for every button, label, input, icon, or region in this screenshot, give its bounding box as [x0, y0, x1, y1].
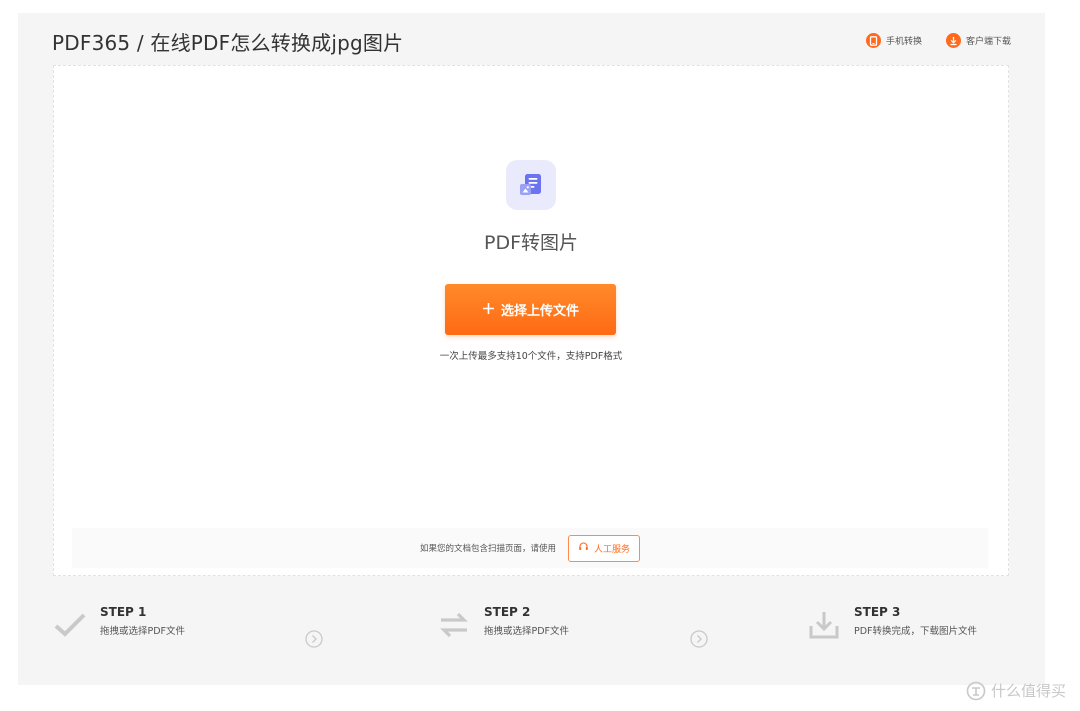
- mobile-icon: [865, 33, 881, 48]
- watermark-text: 什么值得买: [990, 682, 1066, 700]
- pdf-to-image-icon: [506, 160, 556, 210]
- steps-bar: STEP 1 拖拽或选择PDF文件 STEP 2 拖拽或选择PDF文件 STEP…: [18, 597, 1045, 657]
- smzdm-logo-icon: [966, 681, 986, 700]
- plus-icon: [482, 301, 495, 319]
- step-2: STEP 2 拖拽或选择PDF文件: [436, 597, 569, 643]
- manual-service-label: 人工服务: [594, 544, 631, 555]
- mobile-convert-link[interactable]: 手机转换: [865, 33, 922, 48]
- step-1-desc: 拖拽或选择PDF文件: [100, 626, 186, 637]
- manual-service-bar: 如果您的文档包含扫描页面，请使用 人工服务: [72, 528, 988, 568]
- client-download-label: 客户端下载: [965, 37, 1011, 47]
- manual-service-text: 如果您的文档包含扫描页面，请使用: [419, 544, 556, 554]
- manual-service-button[interactable]: 人工服务: [568, 534, 641, 562]
- step-1: STEP 1 拖拽或选择PDF文件: [52, 597, 185, 643]
- step-2-title: STEP 2: [484, 605, 531, 619]
- step-3-title: STEP 3: [854, 605, 901, 619]
- headset-icon: [578, 541, 589, 555]
- download-tray-icon: [806, 607, 842, 643]
- step-3-desc: PDF转换完成，下载图片文件: [854, 626, 978, 637]
- upload-dropzone[interactable]: PDF转图片 选择上传文件 一次上传最多支持10个文件，支持PDF格式 如果您的…: [53, 65, 1009, 576]
- upload-hint: 一次上传最多支持10个文件，支持PDF格式: [439, 351, 623, 362]
- client-download-link[interactable]: 客户端下载: [945, 33, 1011, 48]
- mobile-convert-label: 手机转换: [885, 37, 922, 47]
- select-upload-file-button[interactable]: 选择上传文件: [445, 284, 616, 335]
- download-icon: [945, 33, 961, 48]
- watermark: 什么值得买: [966, 680, 1066, 701]
- top-links: 手机转换 客户端下载: [865, 33, 1011, 48]
- step-2-desc: 拖拽或选择PDF文件: [484, 626, 570, 637]
- convert-arrows-icon: [436, 607, 472, 643]
- step-3: STEP 3 PDF转换完成，下载图片文件: [806, 597, 977, 643]
- chevron-right-circle-icon: [690, 630, 708, 648]
- page-title: PDF365 / 在线PDF怎么转换成jpg图片: [52, 31, 404, 55]
- step-1-title: STEP 1: [100, 605, 147, 619]
- check-icon: [52, 607, 88, 643]
- select-upload-file-label: 选择上传文件: [500, 304, 579, 319]
- app-frame: PDF365 / 在线PDF怎么转换成jpg图片 手机转换 客户端下载 PDF转…: [18, 13, 1045, 685]
- chevron-right-circle-icon: [305, 630, 323, 648]
- tool-name: PDF转图片: [483, 232, 579, 254]
